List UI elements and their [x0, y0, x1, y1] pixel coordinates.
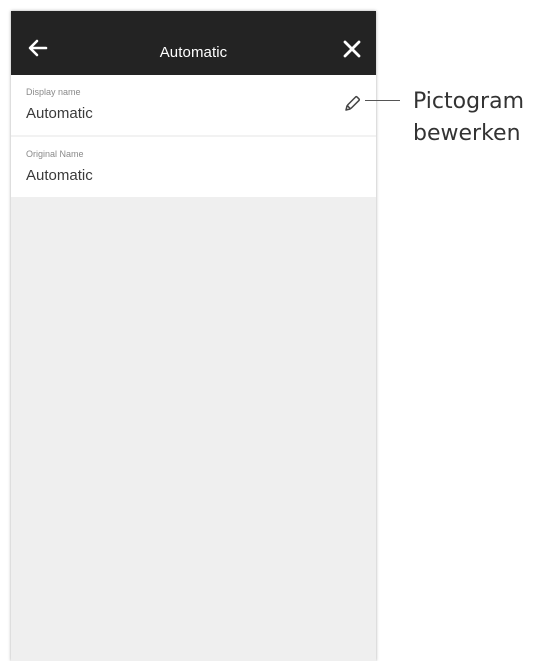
callout-line-2: bewerken [413, 121, 521, 146]
details-list: Display name Automatic Original Name Aut… [11, 75, 376, 197]
phone-screen: Automatic Display name Automatic Origina… [11, 11, 376, 661]
pencil-icon[interactable] [342, 94, 362, 114]
callout-line-1: Pictogram [413, 89, 524, 114]
callout-leader-line [365, 100, 400, 101]
original-name-field: Original Name Automatic [11, 135, 376, 197]
original-name-label: Original Name [26, 149, 84, 159]
close-icon[interactable] [342, 39, 362, 59]
original-name-value: Automatic [26, 167, 93, 184]
display-name-label: Display name [26, 87, 81, 97]
top-app-bar: Automatic [11, 11, 376, 75]
page-title: Automatic [159, 44, 228, 61]
callout-annotation: Pictogram bewerken [413, 86, 524, 150]
display-name-value: Automatic [26, 105, 93, 122]
display-name-field: Display name Automatic [11, 75, 376, 135]
